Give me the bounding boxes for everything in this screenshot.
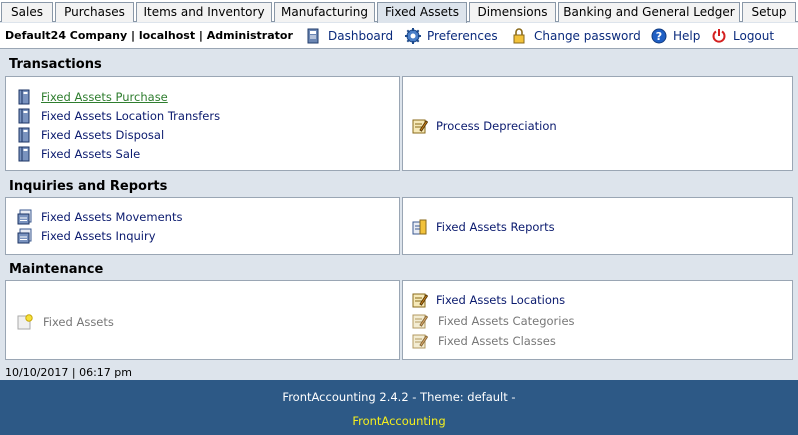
maintenance-right-panel: Fixed Assets Locations Fixed Assets Cate… [402,280,793,360]
tab-purchases[interactable]: Purchases [55,2,134,22]
help-icon: ? [651,28,667,44]
help-label: Help [673,29,701,43]
lock-icon [513,28,525,44]
book-icon [18,127,30,143]
datetime-status: 10/10/2017 | 06:17 pm [5,366,132,379]
maintenance-title: Maintenance [9,262,104,277]
svg-text:?: ? [656,30,662,43]
version-text: FrontAccounting 2.4.2 - Theme: default - [282,390,516,404]
logout-link[interactable]: Logout [711,28,781,44]
fixed-assets-categories-label: Fixed Assets Categories [438,314,575,328]
change-password-link[interactable]: Change password [512,28,641,44]
dashboard-icon [307,28,319,44]
inquiries-title: Inquiries and Reports [9,179,168,194]
edit-note-icon [412,119,428,134]
header-bar: Default24 Company | localhost | Administ… [0,23,798,49]
transactions-left-panel: Fixed Assets Purchase Fixed Assets Locat… [5,76,400,171]
fixed-assets-inquiry-label: Fixed Assets Inquiry [41,229,156,243]
document-icon [17,228,32,244]
tab-banking-and-general-ledger[interactable]: Banking and General Ledger [558,2,740,22]
tab-items-and-inventory[interactable]: Items and Inventory [136,2,272,22]
tab-dimensions[interactable]: Dimensions [469,2,556,22]
book-icon [18,89,30,105]
main-menu-bar: Sales Purchases Items and Inventory Manu… [0,0,798,23]
edit-note-icon [412,293,428,308]
gear-icon [405,28,421,44]
fixed-assets-disposal-label: Fixed Assets Disposal [41,128,165,142]
fixed-assets-label: Fixed Assets [43,315,114,329]
fixed-assets-purchase-label: Fixed Assets Purchase [41,90,168,104]
process-depreciation-label: Process Depreciation [436,119,557,133]
fixed-assets-locations-label: Fixed Assets Locations [436,293,566,307]
report-icon [412,219,427,235]
dashboard-label: Dashboard [328,29,394,43]
tab-manufacturing[interactable]: Manufacturing [274,2,375,22]
tab-fixed-assets[interactable]: Fixed Assets [377,2,467,23]
inquiries-right-panel: Fixed Assets Reports [402,197,793,255]
fixed-assets-reports-label: Fixed Assets Reports [436,220,555,234]
transactions-title: Transactions [9,57,102,72]
new-document-icon [17,314,33,330]
fixed-assets-classes-label: Fixed Assets Classes [438,334,556,348]
help-link[interactable]: ? Help [651,28,701,44]
logout-label: Logout [733,29,775,43]
preferences-link[interactable]: Preferences [405,28,500,44]
dashboard-link[interactable]: Dashboard [306,28,396,44]
preferences-label: Preferences [427,29,498,43]
maintenance-left-panel: Fixed Assets [5,280,400,360]
edit-note-icon [412,334,428,349]
fixed-assets-sale-label: Fixed Assets Sale [41,147,141,161]
company-info: Default24 Company | localhost | Administ… [5,29,293,42]
transactions-right-panel: Process Depreciation [402,76,793,171]
tab-sales[interactable]: Sales [1,2,53,22]
frontaccounting-link[interactable]: FrontAccounting [0,414,798,428]
tab-setup[interactable]: Setup [742,2,796,22]
fixed-assets-movements-label: Fixed Assets Movements [41,210,183,224]
change-password-label: Change password [534,29,641,43]
book-icon [18,146,30,162]
footer: FrontAccounting 2.4.2 - Theme: default -… [0,380,798,435]
book-icon [18,108,30,124]
fixed-assets-location-transfers-label: Fixed Assets Location Transfers [41,109,221,123]
inquiries-left-panel: Fixed Assets Movements Fixed Assets Inqu… [5,197,400,255]
edit-note-icon [412,314,428,329]
power-icon [712,29,726,43]
document-icon [17,209,32,225]
